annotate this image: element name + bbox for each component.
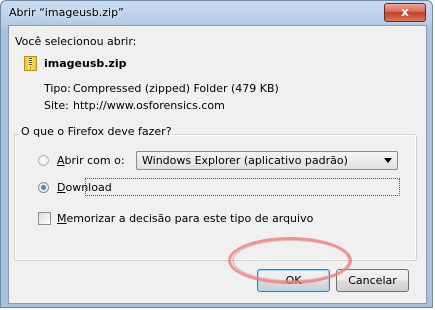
open-with-label[interactable]: Abrir com o: [57, 154, 125, 167]
dialog-window: Abrir “imageusb.zip” x Você selecionou a… [0, 0, 433, 308]
open-with-access-key: A [57, 154, 65, 167]
download-label-rest: ownload [65, 181, 112, 194]
open-with-select[interactable]: Windows Explorer (aplicativo padrão) [136, 151, 398, 170]
close-button[interactable]: x [384, 3, 426, 22]
open-with-label-rest: brir com o: [64, 154, 125, 167]
remember-label[interactable]: Memorizar a decisão para este tipo de ar… [57, 212, 313, 225]
download-label[interactable]: Download [57, 181, 112, 194]
intro-text: Você selecionou abrir: [15, 35, 137, 48]
download-focus-rect [85, 178, 400, 196]
file-name: imageusb.zip [44, 57, 127, 70]
remember-label-rest: emorizar a decisão para este tipo de arq… [66, 212, 314, 225]
open-with-selected-app: Windows Explorer (aplicativo padrão) [142, 154, 348, 167]
site-value: http://www.osforensics.com [73, 99, 225, 112]
window-title: Abrir “imageusb.zip” [9, 6, 124, 19]
open-with-radio[interactable] [38, 155, 49, 166]
action-group-legend: O que o Firefox deve fazer? [19, 125, 174, 138]
close-icon: x [401, 5, 409, 19]
highlight-annotation-inner [232, 239, 350, 282]
site-label: Site: [44, 99, 69, 112]
remember-checkbox[interactable] [38, 212, 51, 225]
remember-access-key: M [57, 212, 67, 225]
title-bar[interactable]: Abrir “imageusb.zip” x [1, 1, 432, 25]
cancel-button[interactable]: Cancelar [336, 269, 409, 292]
type-label: Tipo: [44, 82, 71, 95]
zip-folder-icon [24, 56, 37, 71]
type-value: Compressed (zipped) Folder (479 KB) [73, 82, 279, 95]
dialog-body: Você selecionou abrir: imageusb.zip Tipo… [8, 25, 427, 304]
download-radio[interactable] [38, 182, 49, 193]
chevron-down-icon [384, 158, 392, 163]
